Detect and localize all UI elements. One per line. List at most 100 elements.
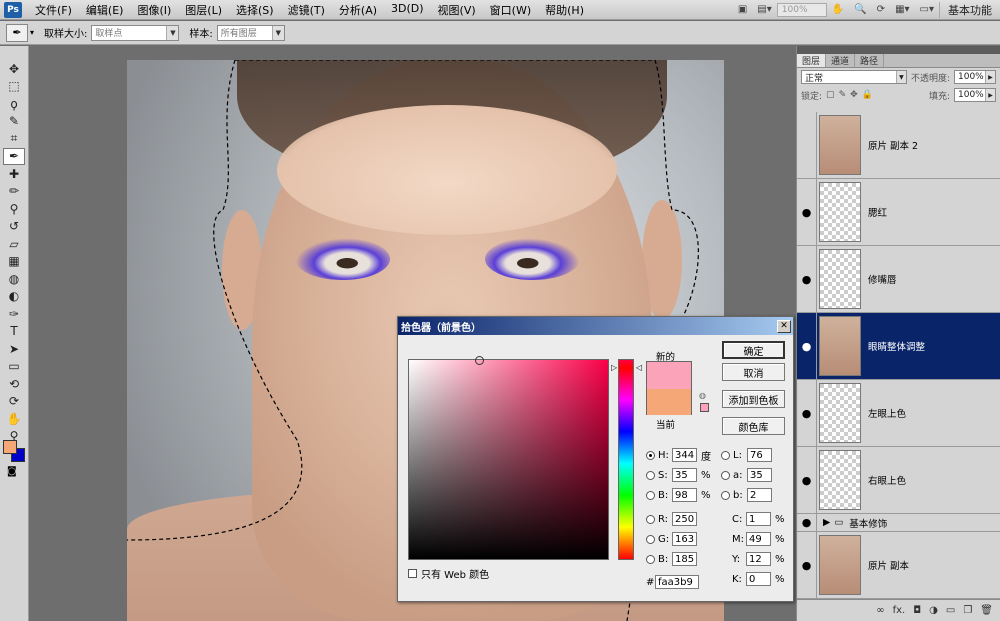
- layer-group[interactable]: ● ▶ ▭ 基本修饰: [797, 514, 1000, 532]
- shape-icon[interactable]: ▭: [3, 358, 25, 376]
- gradient-icon[interactable]: ▦: [3, 253, 25, 271]
- quick-select-icon[interactable]: ✎: [3, 113, 25, 131]
- yellow-input[interactable]: 12: [746, 552, 771, 566]
- b-channel-radio[interactable]: [721, 490, 730, 500]
- visibility-eye-icon[interactable]: ●: [797, 447, 817, 513]
- layer-name[interactable]: 腮红: [868, 205, 887, 219]
- move-icon[interactable]: ✥: [3, 60, 25, 78]
- healing-icon[interactable]: ✚: [3, 165, 25, 183]
- layer-name[interactable]: 左眼上色: [868, 406, 906, 420]
- sample-size-select[interactable]: 取样点 ▼: [91, 24, 180, 41]
- visibility-eye-icon[interactable]: [797, 112, 817, 178]
- adjustment-layer-icon[interactable]: ◑: [929, 605, 938, 616]
- green-radio[interactable]: [646, 534, 655, 544]
- lightness-radio[interactable]: [721, 450, 730, 460]
- menu-item-7[interactable]: 3D(D): [384, 2, 431, 18]
- menu-item-0[interactable]: 文件(F): [28, 2, 79, 18]
- tab-paths[interactable]: 路径: [855, 54, 885, 67]
- menu-item-4[interactable]: 选择(S): [229, 2, 281, 18]
- hand-tool-icon[interactable]: ✋: [827, 4, 849, 15]
- fill-input[interactable]: 100% ▶: [954, 88, 996, 102]
- black-input[interactable]: 0: [746, 572, 771, 586]
- blend-mode-select[interactable]: 正常 ▼: [801, 70, 907, 84]
- layer-row[interactable]: 原片 副本 2: [797, 112, 1000, 179]
- menu-item-5[interactable]: 滤镜(T): [281, 2, 332, 18]
- web-safe-swatch[interactable]: [700, 403, 709, 412]
- layer-thumbnail[interactable]: [819, 450, 861, 510]
- add-mask-icon[interactable]: ◘: [913, 605, 921, 616]
- layer-row[interactable]: ● 左眼上色: [797, 380, 1000, 447]
- new-layer-icon[interactable]: ❐: [963, 605, 972, 616]
- zoom-level[interactable]: 100%: [776, 2, 827, 17]
- visibility-eye-icon[interactable]: ●: [797, 179, 817, 245]
- rotate-view-icon[interactable]: ⟳: [872, 4, 890, 15]
- a-channel-input[interactable]: 35: [747, 468, 772, 482]
- expand-arrow-icon[interactable]: ▶: [823, 517, 830, 528]
- foreground-color-swatch[interactable]: [3, 440, 17, 454]
- lock-transparency-icon[interactable]: ▢: [826, 90, 835, 100]
- layer-thumbnail[interactable]: [819, 115, 861, 175]
- menu-item-2[interactable]: 图像(I): [130, 2, 178, 18]
- layer-thumbnail[interactable]: [819, 249, 861, 309]
- marquee-icon[interactable]: ⬚: [3, 78, 25, 96]
- view-extras-icon[interactable]: ▤▾: [752, 4, 776, 15]
- lasso-icon[interactable]: ϙ: [3, 95, 25, 113]
- blue-radio[interactable]: [646, 554, 655, 564]
- hex-input[interactable]: faa3b9: [655, 575, 699, 589]
- menu-item-8[interactable]: 视图(V): [431, 2, 483, 18]
- lock-position-icon[interactable]: ✥: [850, 90, 858, 100]
- green-input[interactable]: 163: [672, 532, 697, 546]
- history-brush-icon[interactable]: ↺: [3, 218, 25, 236]
- path-select-icon[interactable]: ➤: [3, 340, 25, 358]
- hue-slider[interactable]: [618, 359, 634, 560]
- a-channel-radio[interactable]: [721, 470, 730, 480]
- layer-row[interactable]: ● 右眼上色: [797, 447, 1000, 514]
- visibility-eye-icon[interactable]: ●: [797, 246, 817, 312]
- blur-icon[interactable]: ◍: [3, 270, 25, 288]
- menu-item-10[interactable]: 帮助(H): [538, 2, 591, 18]
- layer-name[interactable]: 原片 副本: [868, 558, 909, 572]
- clone-stamp-icon[interactable]: ⚲: [3, 200, 25, 218]
- layer-thumbnail[interactable]: [819, 383, 861, 443]
- dialog-title-bar[interactable]: 拾色器（前景色） ✕: [398, 317, 793, 335]
- layer-thumbnail[interactable]: [819, 316, 861, 376]
- crop-icon[interactable]: ⌗: [3, 130, 25, 148]
- tab-layers[interactable]: 图层: [797, 54, 827, 67]
- layer-name[interactable]: 右眼上色: [868, 473, 906, 487]
- saturation-input[interactable]: 35: [672, 468, 697, 482]
- link-layers-icon[interactable]: ∞: [876, 605, 884, 616]
- close-icon[interactable]: ✕: [777, 319, 791, 333]
- hue-input[interactable]: 344: [672, 448, 697, 462]
- saturation-brightness-field[interactable]: [408, 356, 609, 560]
- trash-icon[interactable]: 🗑: [980, 605, 993, 616]
- fx-icon[interactable]: fx.: [893, 605, 906, 616]
- menu-item-3[interactable]: 图层(L): [178, 2, 229, 18]
- menu-item-9[interactable]: 窗口(W): [483, 2, 538, 18]
- zoom-tool-icon[interactable]: 🔍: [849, 4, 871, 15]
- quick-mask-icon[interactable]: ◙: [7, 466, 17, 477]
- workspace-switcher[interactable]: 基本功能: [939, 1, 1000, 18]
- visibility-eye-icon[interactable]: ●: [797, 514, 817, 531]
- web-colors-checkbox[interactable]: [408, 569, 417, 578]
- 3d-rotate-icon[interactable]: ⟲: [3, 375, 25, 393]
- red-input[interactable]: 250: [672, 512, 697, 526]
- cyan-input[interactable]: 1: [746, 512, 771, 526]
- chevron-down-icon[interactable]: ▾: [30, 28, 34, 37]
- layer-row[interactable]: ● 原片 副本: [797, 532, 1000, 599]
- layer-name[interactable]: 原片 副本 2: [868, 138, 918, 152]
- visibility-eye-icon[interactable]: ●: [797, 313, 817, 379]
- ok-button[interactable]: 确定: [722, 341, 785, 359]
- add-to-swatches-button[interactable]: 添加到色板: [722, 390, 785, 408]
- menu-item-1[interactable]: 编辑(E): [79, 2, 131, 18]
- screen-mode-icon[interactable]: ▭▾: [915, 4, 939, 15]
- magenta-input[interactable]: 49: [746, 532, 771, 546]
- layer-row[interactable]: ● 腮红: [797, 179, 1000, 246]
- brightness-input[interactable]: 98: [672, 488, 697, 502]
- layer-thumbnail[interactable]: [819, 182, 861, 242]
- layer-row[interactable]: ● 修嘴唇: [797, 246, 1000, 313]
- visibility-eye-icon[interactable]: ●: [797, 532, 817, 598]
- type-icon[interactable]: T: [3, 323, 25, 341]
- visibility-eye-icon[interactable]: ●: [797, 380, 817, 446]
- color-cursor[interactable]: [475, 356, 484, 365]
- hue-slider-left-arrow-icon[interactable]: ▷: [611, 363, 617, 372]
